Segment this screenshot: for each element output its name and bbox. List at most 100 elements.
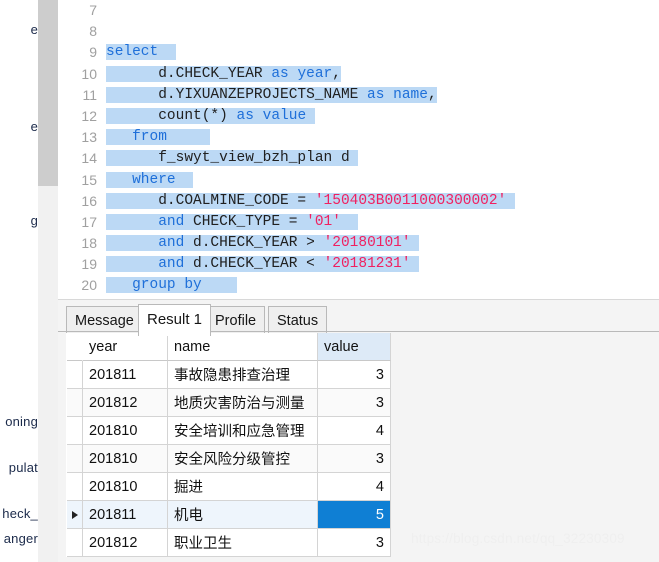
row-marker[interactable] <box>67 389 83 417</box>
code-token <box>166 129 211 146</box>
cell-name[interactable]: 掘进 <box>168 473 318 501</box>
code-token: d.CHECK_YEAR > <box>184 235 324 252</box>
cell-year[interactable]: 201810 <box>83 445 168 473</box>
code-line[interactable]: 13 from <box>58 127 659 149</box>
background-window-left: e e g oning pulat heck_ anger <box>0 0 38 562</box>
code-token: group by <box>132 277 202 294</box>
cell-value[interactable]: 3 <box>318 361 391 389</box>
code-line-text: group by <box>106 275 237 296</box>
line-number: 11 <box>58 84 106 106</box>
code-token: , <box>332 65 341 82</box>
cell-name[interactable]: 地质灾害防治与测量 <box>168 389 318 417</box>
table-row[interactable]: 201812 职业卫生 3 <box>67 529 391 557</box>
code-line-text: from <box>106 127 211 148</box>
cell-year[interactable]: 201810 <box>83 473 168 501</box>
sql-editor[interactable]: 7 8 9 select 10 d.CHECK_YEAR as year, 11 d.Y… <box>58 0 659 299</box>
table-row[interactable]: 201812 地质灾害防治与测量 3 <box>67 389 391 417</box>
line-number: 7 <box>58 0 106 22</box>
column-header-name[interactable]: name <box>168 333 318 361</box>
background-text-fragment: e <box>30 22 38 37</box>
code-line-text: select <box>106 42 176 63</box>
code-line[interactable]: 17 and CHECK_TYPE = '01' <box>58 211 659 234</box>
code-token <box>306 107 315 124</box>
code-token <box>106 277 133 294</box>
code-token: as <box>271 65 289 82</box>
line-number: 19 <box>58 254 106 276</box>
cell-value[interactable]: 3 <box>318 389 391 417</box>
row-marker[interactable] <box>67 361 83 389</box>
code-token: '20180101' <box>323 235 411 252</box>
code-line-text: and CHECK_TYPE = '01' <box>106 212 359 233</box>
code-line[interactable]: 9 select <box>58 42 659 64</box>
code-line-text: d.YIXUANZEPROJECTS_NAME as name, <box>106 85 437 106</box>
table-row[interactable]: 201810 掘进 4 <box>67 473 391 501</box>
line-number: 13 <box>58 127 106 149</box>
cell-name[interactable]: 事故隐患排查治理 <box>168 361 318 389</box>
row-marker[interactable] <box>67 529 83 557</box>
code-token: d.YIXUANZEPROJECTS_NAME <box>106 86 368 103</box>
row-marker[interactable] <box>67 417 83 445</box>
grid-corner-cell <box>67 333 83 361</box>
row-marker[interactable] <box>67 473 83 501</box>
background-text-fragment: pulat <box>8 460 38 475</box>
code-line[interactable]: 20 group by <box>58 275 659 297</box>
cell-name[interactable]: 安全培训和应急管理 <box>168 417 318 445</box>
code-token <box>201 277 237 294</box>
cell-year[interactable]: 201812 <box>83 389 168 417</box>
row-marker[interactable] <box>67 445 83 473</box>
cell-name[interactable]: 安全风险分级管控 <box>168 445 318 473</box>
result-grid[interactable]: year name value 201811 事故隐患排查治理 3 201812 地质灾害防治… <box>66 333 391 557</box>
code-token: d.COALMINE_CODE = <box>106 192 315 209</box>
line-number: 8 <box>58 21 106 43</box>
cell-value[interactable]: 4 <box>318 473 391 501</box>
code-token: select <box>106 44 159 61</box>
table-row[interactable]: 201810 安全培训和应急管理 4 <box>67 417 391 445</box>
code-token <box>158 44 176 61</box>
cell-value[interactable]: 3 <box>318 445 391 473</box>
cell-name[interactable]: 职业卫生 <box>168 529 318 557</box>
results-pane: Message Result 1 Profile Status year name val… <box>58 299 659 562</box>
code-line[interactable]: 12 count(*) as value <box>58 105 659 128</box>
code-line[interactable]: 10 d.CHECK_YEAR as year, <box>58 63 659 85</box>
code-line-text: d.CHECK_YEAR as year, <box>106 64 341 85</box>
line-number: 20 <box>58 275 106 297</box>
table-row[interactable]: 201810 安全风险分级管控 3 <box>67 445 391 473</box>
code-line[interactable]: 11 d.YIXUANZEPROJECTS_NAME as name, <box>58 84 659 106</box>
row-marker[interactable] <box>67 501 83 529</box>
code-token <box>106 129 133 146</box>
background-text-fragment: e <box>30 119 38 134</box>
code-token: where <box>132 171 176 188</box>
code-line[interactable]: 18 and d.CHECK_YEAR > '20180101' <box>58 233 659 255</box>
cell-year[interactable]: 201810 <box>83 417 168 445</box>
column-header-year[interactable]: year <box>83 333 168 361</box>
cell-value[interactable]: 5 <box>318 501 391 529</box>
grid-header-row: year name value <box>67 333 391 361</box>
cell-year[interactable]: 201811 <box>83 361 168 389</box>
cell-name[interactable]: 机电 <box>168 501 318 529</box>
cell-value[interactable]: 3 <box>318 529 391 557</box>
code-line-text: and d.CHECK_YEAR > '20180101' <box>106 233 420 254</box>
table-row[interactable]: 201811 事故隐患排查治理 3 <box>67 361 391 389</box>
code-line[interactable]: 7 <box>58 0 659 22</box>
code-token: as <box>236 107 254 124</box>
current-row-triangle-icon <box>71 510 78 519</box>
code-token: and <box>158 235 185 252</box>
cell-year[interactable]: 201811 <box>83 501 168 529</box>
code-line[interactable]: 16 d.COALMINE_CODE = '150403B00110003000… <box>58 190 659 212</box>
code-line[interactable]: 19 and d.CHECK_YEAR < '20181231' <box>58 254 659 276</box>
code-token: CHECK_TYPE = <box>184 213 307 230</box>
code-line[interactable]: 15 where <box>58 169 659 191</box>
column-header-value[interactable]: value <box>318 333 391 361</box>
cell-year[interactable]: 201812 <box>83 529 168 557</box>
code-line-text: and d.CHECK_YEAR < '20181231' <box>106 254 420 275</box>
tab-result-1[interactable]: Result 1 <box>138 304 212 336</box>
cell-value[interactable]: 4 <box>318 417 391 445</box>
code-token: d.CHECK_YEAR < <box>184 256 324 273</box>
code-line-text: count(*) as value <box>106 106 315 127</box>
code-token <box>384 86 394 103</box>
code-token <box>106 235 159 252</box>
code-line[interactable]: 14 f_swyt_view_bzh_plan d <box>58 148 659 170</box>
code-line[interactable]: 8 <box>58 21 659 43</box>
vertical-scrollbar-thumb[interactable] <box>38 0 58 186</box>
table-row[interactable]: 201811 机电 5 <box>67 501 391 529</box>
